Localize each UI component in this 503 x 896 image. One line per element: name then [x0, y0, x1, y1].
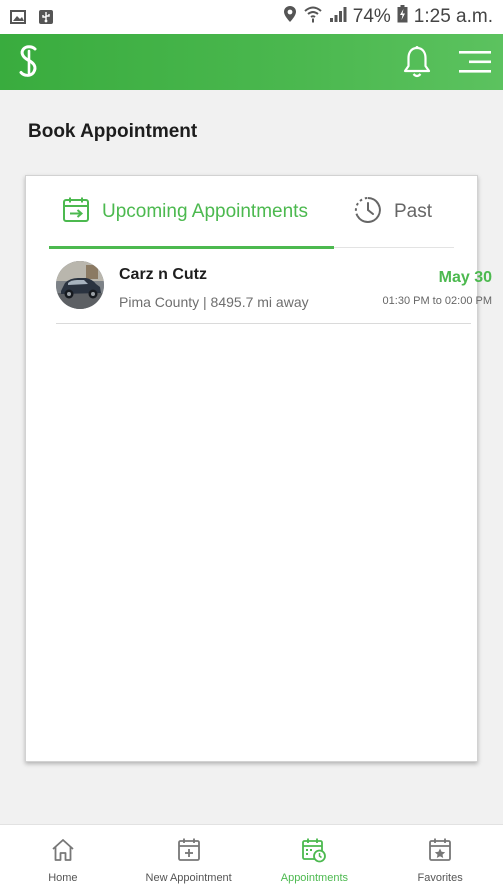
tab-past[interactable]: Past — [334, 176, 454, 248]
appointment-item[interactable]: Carz n Cutz Pima County | 8495.7 mi away… — [56, 256, 492, 324]
appointments-tabs: Upcoming Appointments Past — [49, 176, 454, 249]
status-bar: 74% 1:25 a.m. — [0, 0, 503, 34]
appointment-business-name: Carz n Cutz — [119, 266, 207, 283]
appointment-location: Pima County | 8495.7 mi away — [119, 294, 309, 310]
brand-s-logo-icon[interactable] — [14, 42, 44, 82]
page-title: Book Appointment — [28, 121, 198, 142]
nav-favorites-label: Favorites — [417, 872, 463, 884]
battery-percent: 74% — [352, 6, 391, 27]
bottom-nav: Home New Appointment Appointments Favori… — [0, 824, 503, 896]
nav-new-appointment[interactable]: New Appointment — [126, 825, 252, 896]
wifi-icon — [303, 5, 323, 29]
location-pin-icon — [283, 5, 297, 29]
calendar-star-icon — [427, 837, 453, 863]
calendar-arrow-icon — [62, 196, 90, 229]
app-bar — [0, 34, 503, 90]
clock-history-icon — [354, 196, 382, 229]
nav-appointments[interactable]: Appointments — [252, 825, 378, 896]
image-notification-icon — [10, 9, 26, 25]
appointment-date: May 30 — [438, 269, 492, 286]
status-left — [10, 9, 54, 25]
hamburger-menu-icon[interactable] — [457, 44, 493, 80]
nav-home-label: Home — [48, 872, 78, 884]
nav-new-appointment-label: New Appointment — [145, 872, 232, 884]
calendar-clock-icon — [301, 837, 327, 863]
nav-home[interactable]: Home — [0, 825, 126, 896]
appointment-time: 01:30 PM to 02:00 PM — [382, 295, 492, 307]
tab-past-label: Past — [394, 201, 433, 222]
nav-appointments-label: Appointments — [280, 872, 348, 884]
nav-favorites[interactable]: Favorites — [377, 825, 503, 896]
car-photo-avatar — [56, 261, 104, 309]
tab-upcoming-appointments[interactable]: Upcoming Appointments — [49, 176, 334, 249]
status-time: 1:25 a.m. — [413, 6, 493, 27]
status-right: 74% 1:25 a.m. — [283, 5, 493, 29]
app-actions — [399, 44, 493, 80]
battery-icon — [397, 5, 408, 29]
calendar-plus-icon — [176, 837, 202, 863]
tab-upcoming-label: Upcoming Appointments — [102, 201, 308, 222]
signal-icon — [329, 5, 347, 29]
usb-icon — [38, 9, 54, 25]
bell-icon[interactable] — [399, 44, 435, 80]
appointments-card: Upcoming Appointments Past Carz n Cutz P… — [25, 175, 492, 762]
home-icon — [50, 837, 76, 863]
